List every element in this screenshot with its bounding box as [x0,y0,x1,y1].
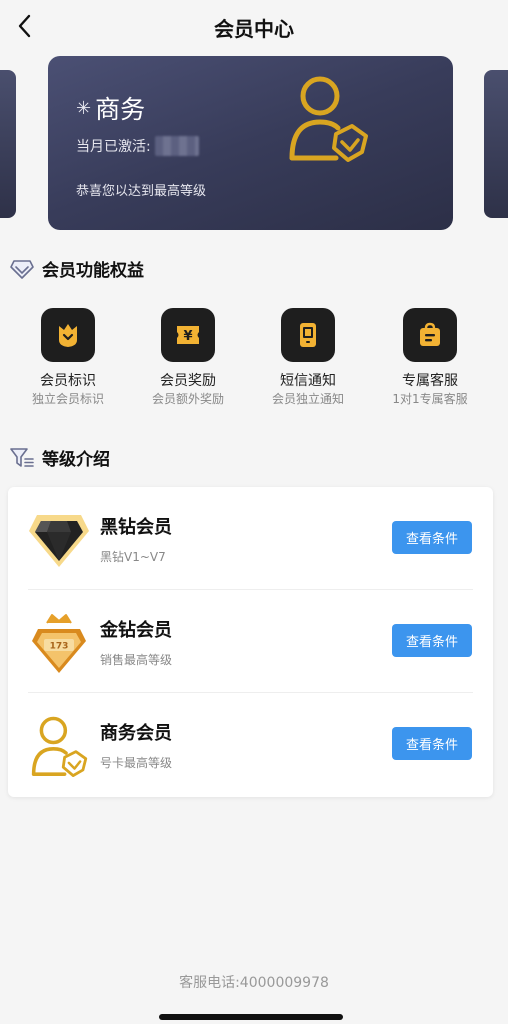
view-conditions-button[interactable]: 查看条件 [392,624,472,657]
card-congrats: 恭喜您以达到最高等级 [76,184,207,199]
page-title: 会员中心 [214,17,294,41]
benefit-name: 短信通知 [280,373,336,389]
level-row-business: 商务会员 号卡最高等级 查看条件 [8,693,493,796]
home-indicator [159,1014,343,1020]
benefit-member-badge[interactable]: 会员标识 独立会员标识 [8,302,128,408]
levels-title: 等级介绍 [42,450,110,470]
levels-card: 黑钻会员 黑钻V1~V7 查看条件 173 金钻会员 销售最高等级 查看条件 商… [8,487,493,797]
service-bag-icon [403,308,457,362]
business-member-icon [26,713,92,779]
card-activated: 当月已激活: [76,136,199,156]
level-name: 黑钻会员 [100,517,172,538]
benefits-heading: 会员功能权益 [10,256,144,281]
level-desc: 黑钻V1~V7 [100,550,166,564]
benefits-grid: 会员标识 独立会员标识 ¥ 会员奖励 会员额外奖励 短信通知 会员独立通知 专属… [0,302,508,422]
levels-heading: 等级介绍 [10,445,110,470]
view-conditions-button[interactable]: 查看条件 [392,521,472,554]
benefit-member-reward[interactable]: ¥ 会员奖励 会员额外奖励 [128,302,248,408]
benefit-name: 会员标识 [40,373,96,389]
benefit-desc: 独立会员标识 [31,392,104,406]
level-row-gold-diamond: 173 金钻会员 销售最高等级 查看条件 [8,590,493,693]
gold-diamond-badge-text: 173 [50,642,69,652]
benefit-exclusive-service[interactable]: 专属客服 1对1专属客服 [370,302,490,408]
nav-bar: 会员中心 [0,0,508,54]
black-diamond-icon [26,507,92,573]
level-name: 商务会员 [100,723,172,744]
member-badge-icon [41,308,95,362]
level-desc: 销售最高等级 [100,653,173,667]
card-level-name: 商务 [95,95,146,124]
prev-card-peek[interactable] [0,70,16,218]
blurred-value [154,136,199,156]
level-name: 金钻会员 [100,620,172,641]
business-member-icon [289,76,368,162]
gold-diamond-icon: 173 [26,610,92,676]
benefit-desc: 会员独立通知 [271,392,344,406]
phone-sms-icon [281,308,335,362]
card-title: ✳ 商务 [76,90,145,126]
diamond-outline-icon [10,259,34,279]
view-conditions-button[interactable]: 查看条件 [392,727,472,760]
level-row-black-diamond: 黑钻会员 黑钻V1~V7 查看条件 [8,487,493,590]
benefits-title: 会员功能权益 [42,261,144,281]
service-phone[interactable]: 客服电话:4000009978 [0,972,508,992]
benefit-name: 会员奖励 [160,373,216,389]
benefit-sms-notice[interactable]: 短信通知 会员独立通知 [248,302,368,408]
next-card-peek[interactable] [484,70,508,218]
sparkle-icon: ✳ [76,97,92,119]
funnel-icon [10,447,34,467]
benefit-desc: 会员额外奖励 [151,392,224,406]
benefit-desc: 1对1专属客服 [392,392,468,406]
activated-label: 当月已激活: [76,139,151,155]
level-desc: 号卡最高等级 [100,756,173,770]
benefit-name: 专属客服 [402,373,458,389]
membership-card[interactable]: ✳ 商务 当月已激活: 恭喜您以达到最高等级 [48,56,453,230]
svg-text:¥: ¥ [183,329,192,344]
yuan-ticket-icon: ¥ [161,308,215,362]
